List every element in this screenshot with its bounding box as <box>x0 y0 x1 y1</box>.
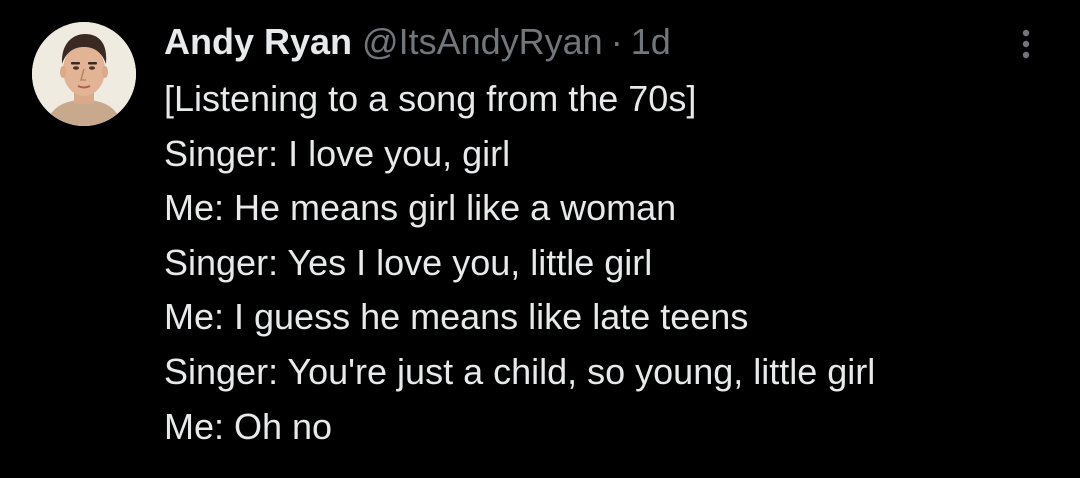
tweet-text: [Listening to a song from the 70s] Singe… <box>164 72 1064 454</box>
author-name[interactable]: Andy Ryan <box>164 20 352 64</box>
tweet-line: Me: Oh no <box>164 405 333 447</box>
tweet-line: [Listening to a song from the 70s] <box>164 78 697 119</box>
more-options-button[interactable] <box>1006 24 1046 64</box>
tweet-line: Me: I guess he means like late teens <box>164 296 749 338</box>
tweet-timestamp[interactable]: 1d <box>631 20 671 64</box>
avatar[interactable] <box>32 22 136 126</box>
tweet[interactable]: Andy Ryan @ItsAndyRyan · 1d [Listening t… <box>0 0 1080 478</box>
tweet-line: Me: He means girl like a woman <box>164 187 677 229</box>
author-handle[interactable]: @ItsAndyRyan <box>362 20 603 64</box>
header-separator: · <box>610 21 623 62</box>
tweet-line: Singer: You're just a child, so young, l… <box>164 350 876 392</box>
vertical-ellipsis-icon <box>1022 29 1030 59</box>
tweet-line: Singer: Yes I love you, little girl <box>164 241 653 283</box>
tweet-line: Singer: I love you, girl <box>164 132 511 174</box>
avatar-portrait <box>32 22 136 126</box>
tweet-header: Andy Ryan @ItsAndyRyan · 1d <box>164 20 671 64</box>
